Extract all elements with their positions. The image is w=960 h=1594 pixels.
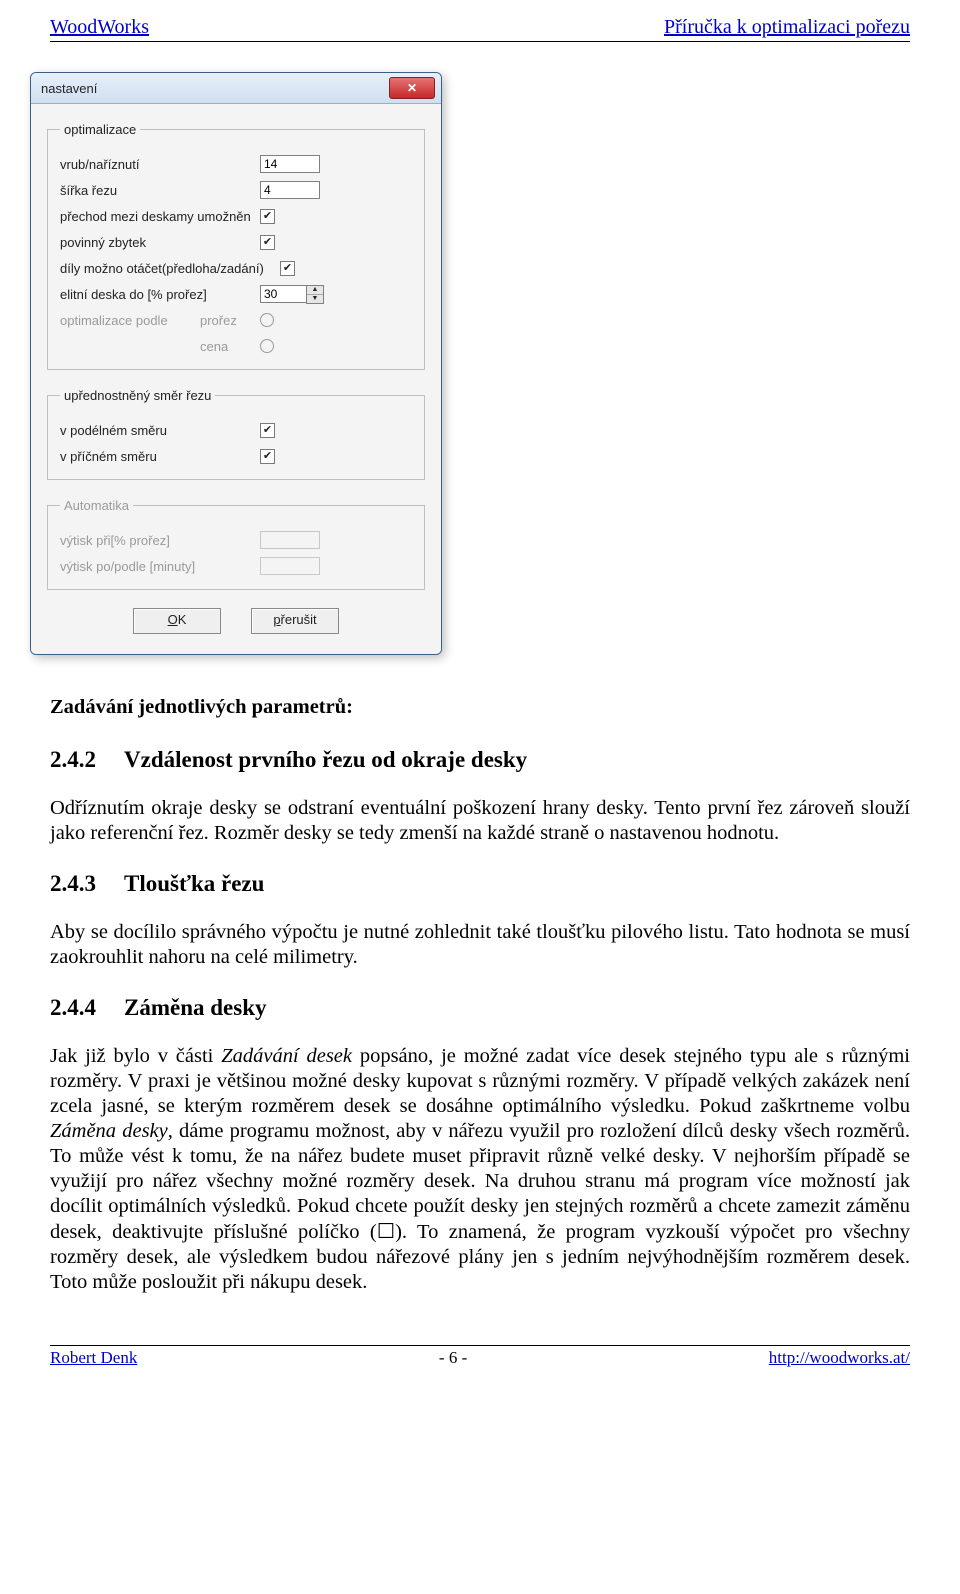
- input-auto-row2: [260, 557, 320, 575]
- section-242-num: 2.4.2: [50, 746, 96, 774]
- label-prechod: přechod mezi deskamy umožněn: [60, 209, 260, 224]
- label-auto-row2: výtisk po/podle [minuty]: [60, 559, 260, 574]
- checkbox-podel[interactable]: ✔: [260, 423, 275, 438]
- group-automatika-legend: Automatika: [60, 498, 133, 513]
- label-vrub: vrub/naříznutí: [60, 157, 260, 172]
- header-left: WoodWorks: [50, 16, 149, 39]
- footer-page-number: - 6 -: [439, 1348, 467, 1368]
- label-elitni: elitní deska do [% prořez]: [60, 287, 260, 302]
- label-povinny: povinný zbytek: [60, 235, 260, 250]
- header-rule: [50, 41, 910, 42]
- group-optimization-legend: optimalizace: [60, 122, 140, 137]
- section-244-num: 2.4.4: [50, 994, 96, 1022]
- label-podel: v podélném směru: [60, 423, 260, 438]
- dialog-titlebar: nastavení ✕: [31, 73, 441, 104]
- input-elitni[interactable]: [260, 285, 306, 303]
- section-244-heading: 2.4.4 Záměna desky: [50, 994, 910, 1022]
- section-243-num: 2.4.3: [50, 870, 96, 898]
- dialog-title: nastavení: [41, 81, 97, 96]
- label-optpodle-opt1: prořez: [200, 313, 260, 328]
- checkbox-povinny[interactable]: ✔: [260, 235, 275, 250]
- checkbox-glyph-icon: ☐: [377, 1220, 395, 1243]
- section-244-body: Jak již bylo v části Zadávání desek pops…: [50, 1044, 910, 1295]
- section-242-heading: 2.4.2 Vzdálenost prvního řezu od okraje …: [50, 746, 910, 774]
- group-direction: upřednostněný směr řezu v podélném směru…: [47, 388, 425, 480]
- section-242-body: Odříznutím okraje desky se odstraní even…: [50, 796, 910, 846]
- radio-cena: [260, 339, 274, 353]
- page-footer: Robert Denk - 6 - http://woodworks.at/: [50, 1345, 910, 1368]
- footer-url-link[interactable]: http://woodworks.at/: [769, 1348, 910, 1368]
- label-sirka: šířka řezu: [60, 183, 260, 198]
- section-244-title: Záměna desky: [124, 994, 267, 1022]
- section-243-title: Tloušťka řezu: [124, 870, 264, 898]
- checkbox-prechod[interactable]: ✔: [260, 209, 275, 224]
- spinner-up-icon[interactable]: ▲: [307, 286, 323, 295]
- checkbox-pric[interactable]: ✔: [260, 449, 275, 464]
- footer-author-link[interactable]: Robert Denk: [50, 1348, 137, 1368]
- group-direction-legend: upřednostněný směr řezu: [60, 388, 215, 403]
- group-optimization: optimalizace vrub/naříznutí šířka řezu p…: [47, 122, 425, 370]
- radio-prorez: [260, 313, 274, 327]
- input-sirka[interactable]: [260, 181, 320, 199]
- section-243-body: Aby se docílilo správného výpočtu je nut…: [50, 920, 910, 970]
- cancel-button[interactable]: přerušit: [251, 608, 339, 634]
- group-automatika: Automatika výtisk při[% prořez] výtisk p…: [47, 498, 425, 590]
- label-pric: v příčném směru: [60, 449, 260, 464]
- input-vrub[interactable]: [260, 155, 320, 173]
- input-auto-row1: [260, 531, 320, 549]
- spinner-elitni[interactable]: ▲▼: [260, 285, 324, 304]
- intro-heading: Zadávání jednotlivých parametrů:: [50, 695, 910, 720]
- checkbox-dily[interactable]: ✔: [280, 261, 295, 276]
- close-icon: ✕: [407, 81, 417, 95]
- label-auto-row1: výtisk při[% prořez]: [60, 533, 260, 548]
- close-button[interactable]: ✕: [389, 77, 435, 99]
- label-optpodle-opt2: cena: [200, 339, 260, 354]
- spinner-down-icon[interactable]: ▼: [307, 295, 323, 303]
- label-optpodle: optimalizace podle: [60, 313, 200, 328]
- section-242-title: Vzdálenost prvního řezu od okraje desky: [124, 746, 527, 774]
- ok-button[interactable]: OK: [133, 608, 221, 634]
- dialog-screenshot: nastavení ✕ optimalizace vrub/naříznutí …: [30, 72, 442, 655]
- header-right: Příručka k optimalizaci pořezu: [664, 16, 910, 39]
- label-dily: díly možno otáčet(předloha/zadání): [60, 261, 280, 276]
- section-243-heading: 2.4.3 Tloušťka řezu: [50, 870, 910, 898]
